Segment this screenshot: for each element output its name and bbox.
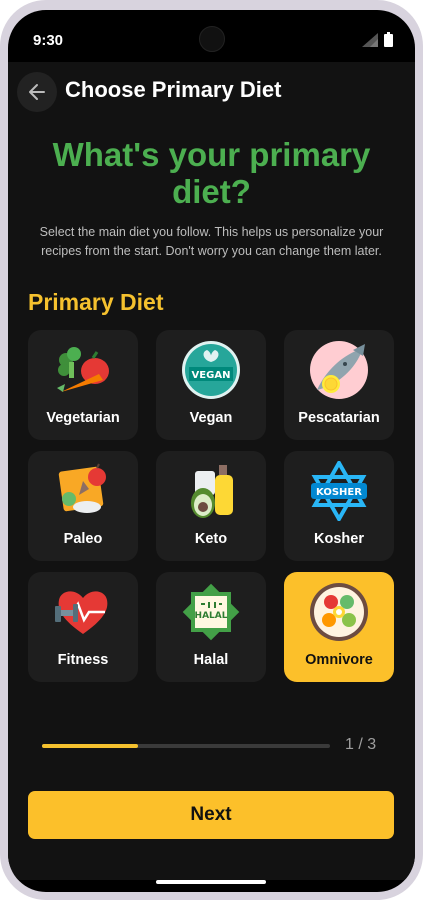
- vegetables-icon: [57, 347, 109, 392]
- diet-label: Paleo: [63, 531, 103, 547]
- status-time: 9:30: [33, 32, 64, 49]
- paleo-food-icon: [58, 463, 106, 513]
- diet-label: Omnivore: [305, 652, 373, 668]
- diet-card-kosher[interactable]: KOSHER Kosher: [284, 451, 394, 561]
- diet-label: Pescatarian: [298, 410, 380, 426]
- avocado-oil-icon: [191, 465, 233, 518]
- heart-dumbbell-icon: [55, 591, 108, 634]
- home-indicator: [156, 880, 266, 884]
- status-icons: [362, 32, 393, 47]
- diet-card-omnivore[interactable]: Omnivore: [284, 572, 394, 682]
- progress-bar: [42, 744, 330, 748]
- back-button[interactable]: [17, 72, 57, 112]
- diet-card-halal[interactable]: HALAL Halal: [156, 572, 266, 682]
- front-camera: [199, 26, 225, 52]
- signal-icon: [362, 32, 378, 47]
- diet-label: Kosher: [314, 531, 364, 547]
- diet-card-vegan[interactable]: VEGAN Vegan: [156, 330, 266, 440]
- section-title: Primary Diet: [28, 289, 164, 315]
- status-bar: 9:30: [8, 10, 415, 62]
- halal-badge-icon: HALAL: [182, 583, 240, 641]
- diet-card-fitness[interactable]: Fitness: [28, 572, 138, 682]
- progress-fill: [42, 744, 138, 748]
- page-title: Choose Primary Diet: [65, 77, 282, 102]
- kosher-badge-text: KOSHER: [316, 487, 362, 498]
- battery-icon: [384, 32, 393, 47]
- diet-label: Halal: [193, 652, 229, 668]
- vegan-badge-text: VEGAN: [192, 370, 231, 381]
- arrow-left-icon: [29, 84, 45, 100]
- subtitle-text: Select the main diet you follow. This he…: [39, 225, 384, 258]
- diet-card-vegetarian[interactable]: Vegetarian: [28, 330, 138, 440]
- diet-card-pescatarian[interactable]: Pescatarian: [284, 330, 394, 440]
- salad-bowl-icon: [310, 583, 368, 641]
- fish-icon: [310, 341, 368, 399]
- diet-card-paleo[interactable]: Paleo: [28, 451, 138, 561]
- app-content: Choose Primary Diet What's your primary …: [8, 62, 415, 880]
- kosher-star-icon: KOSHER: [311, 461, 367, 521]
- header: Choose Primary Diet: [8, 62, 415, 142]
- diet-card-keto[interactable]: Keto: [156, 451, 266, 561]
- next-button[interactable]: Next: [28, 791, 394, 839]
- diet-label: Keto: [194, 531, 228, 547]
- diet-label: Fitness: [57, 652, 109, 668]
- phone-screen: 9:30 Choose Primary Diet What's your pri…: [8, 10, 415, 892]
- vegan-badge-icon: VEGAN: [182, 341, 240, 399]
- diet-label: Vegetarian: [46, 410, 120, 426]
- diet-grid: Vegetarian VEGAN Vegan Pescatarian Paleo…: [28, 330, 398, 690]
- question-heading: What's your primary diet?: [52, 136, 371, 210]
- halal-badge-text: HALAL: [195, 611, 228, 621]
- diet-label: Vegan: [189, 410, 233, 426]
- phone-frame: 9:30 Choose Primary Diet What's your pri…: [0, 0, 423, 900]
- progress-count: 1 / 3: [345, 736, 377, 753]
